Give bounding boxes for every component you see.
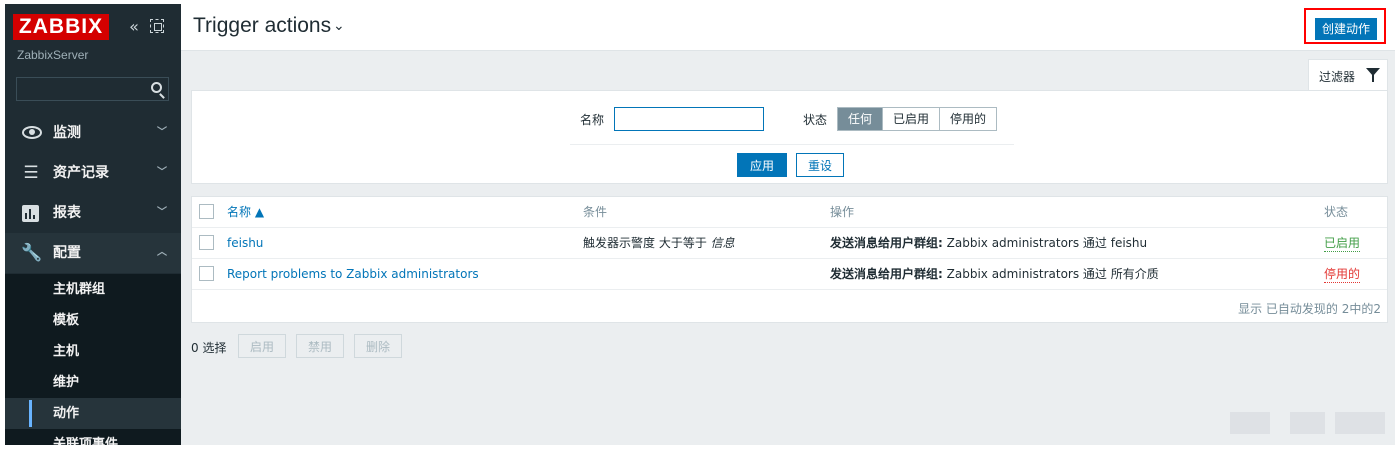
list-icon: ☰	[23, 163, 39, 183]
condition-value: 信息	[710, 236, 735, 250]
search-icon[interactable]	[151, 82, 162, 93]
apply-button[interactable]: 应用	[737, 153, 787, 177]
highlight-box: 创建动作	[1304, 8, 1386, 44]
collapse-sidebar-icon[interactable]: «	[123, 16, 145, 38]
menu-item-label: 监测	[53, 125, 81, 141]
filter-tab-label: 过滤器	[1319, 70, 1356, 84]
table-row: Report problems to Zabbix administrators…	[192, 259, 1387, 290]
row-checkbox[interactable]	[199, 235, 214, 250]
selected-count: 0 选择	[191, 341, 227, 355]
condition-prefix: 触发器示警度 大于等于	[583, 236, 707, 250]
submenu-item-event-correlation[interactable]: 关联项事件	[5, 429, 181, 445]
status-option-any[interactable]: 任何	[838, 108, 883, 130]
chevron-down-icon: ﹀	[157, 167, 167, 178]
server-name: ZabbixServer	[17, 48, 89, 62]
menu-item-label: 配置	[53, 245, 81, 261]
watermark-blur	[1290, 412, 1325, 434]
column-header-operations: 操作	[830, 205, 855, 219]
watermark-blur	[1335, 412, 1385, 434]
action-name-link[interactable]: feishu	[227, 228, 263, 258]
menu-item-label: 报表	[53, 205, 81, 221]
chevron-up-icon: ︿	[157, 247, 167, 258]
filter-divider	[570, 144, 1014, 145]
menu-item-reports[interactable]: 报表 ﹀	[5, 193, 181, 233]
operation-detail: Zabbix administrators 通过 feishu	[946, 236, 1148, 250]
filter-tab[interactable]: 过滤器	[1308, 59, 1388, 90]
app-window: ZABBIX « ZabbixServer 监测 ﹀ ☰ 资产记录 ﹀ 报表 ﹀…	[5, 4, 1395, 445]
status-toggle[interactable]: 已启用	[1324, 236, 1361, 252]
logo-row: ZABBIX «	[13, 14, 173, 44]
page-header: Trigger actions ⌄ 创建动作	[181, 4, 1395, 51]
name-filter-input[interactable]	[614, 107, 764, 131]
zabbix-logo[interactable]: ZABBIX	[13, 14, 109, 40]
status-option-enabled[interactable]: 已启用	[882, 108, 940, 130]
submenu-item-actions[interactable]: 动作	[5, 398, 181, 429]
action-name-link[interactable]: Report problems to Zabbix administrators	[227, 259, 479, 289]
mass-delete-button[interactable]: 删除	[354, 334, 402, 358]
status-radio-group: 任何 已启用 停用的	[837, 107, 998, 131]
eye-icon	[22, 126, 42, 139]
chevron-down-icon: ﹀	[157, 207, 167, 218]
table-footer-count: 显示 已自动发现的 2中的2	[1238, 302, 1381, 316]
column-header-conditions: 条件	[583, 205, 608, 219]
sidebar: ZABBIX « ZabbixServer 监测 ﹀ ☰ 资产记录 ﹀ 报表 ﹀…	[5, 4, 181, 445]
column-header-name[interactable]: 名称 ▲	[227, 197, 264, 227]
filter-panel: 名称 状态 任何 已启用 停用的 应用 重设	[191, 90, 1388, 184]
submenu-item-maintenance[interactable]: 维护	[5, 367, 181, 398]
submenu-item-hosts[interactable]: 主机	[5, 336, 181, 367]
operation-text: 发送消息给用户群组: Zabbix administrators 通过 feis…	[830, 228, 1147, 258]
filter-icon	[1366, 68, 1380, 82]
page-title[interactable]: Trigger actions	[193, 14, 331, 38]
table-header-row: 名称 ▲ 条件 操作 状态	[192, 197, 1387, 228]
select-all-checkbox[interactable]	[199, 204, 214, 219]
status-toggle[interactable]: 停用的	[1324, 267, 1361, 283]
submenu-item-templates[interactable]: 模板	[5, 305, 181, 336]
menu-item-label: 资产记录	[53, 165, 109, 181]
status-label: 状态	[803, 113, 828, 127]
table-row: feishu 触发器示警度 大于等于 信息 发送消息给用户群组: Zabbix …	[192, 228, 1387, 259]
configuration-submenu: 主机群组 模板 主机 维护 动作 关联项事件	[5, 274, 181, 445]
sidebar-search-input[interactable]	[17, 78, 142, 100]
status-option-disabled[interactable]: 停用的	[939, 108, 997, 130]
sidebar-search[interactable]	[16, 77, 169, 101]
condition-text: 触发器示警度 大于等于 信息	[583, 228, 735, 258]
bar-chart-icon	[22, 205, 39, 222]
chevron-down-icon: ﹀	[157, 127, 167, 138]
operation-text: 发送消息给用户群组: Zabbix administrators 通过 所有介质	[830, 259, 1159, 289]
watermark-blur	[1230, 412, 1270, 434]
column-header-status: 状态	[1324, 205, 1349, 219]
kiosk-mode-icon[interactable]	[150, 19, 164, 33]
create-action-button[interactable]: 创建动作	[1315, 18, 1377, 40]
operation-detail: Zabbix administrators 通过 所有介质	[946, 267, 1159, 281]
wrench-icon: 🔧	[21, 243, 43, 263]
menu-item-monitoring[interactable]: 监测 ﹀	[5, 113, 181, 153]
operation-label: 发送消息给用户群组:	[830, 236, 943, 250]
reset-button[interactable]: 重设	[796, 153, 844, 177]
mass-disable-button[interactable]: 禁用	[296, 334, 344, 358]
menu-item-inventory[interactable]: ☰ 资产记录 ﹀	[5, 153, 181, 193]
operation-label: 发送消息给用户群组:	[830, 267, 943, 281]
name-label: 名称	[580, 113, 605, 127]
mass-enable-button[interactable]: 启用	[238, 334, 286, 358]
chevron-down-icon[interactable]: ⌄	[333, 18, 345, 34]
menu-item-configuration[interactable]: 🔧 配置 ︿	[5, 233, 181, 273]
actions-table: 名称 ▲ 条件 操作 状态 feishu 触发器示警度 大于等于 信息 发送消息…	[191, 196, 1388, 323]
submenu-item-host-groups[interactable]: 主机群组	[5, 274, 181, 305]
row-checkbox[interactable]	[199, 266, 214, 281]
